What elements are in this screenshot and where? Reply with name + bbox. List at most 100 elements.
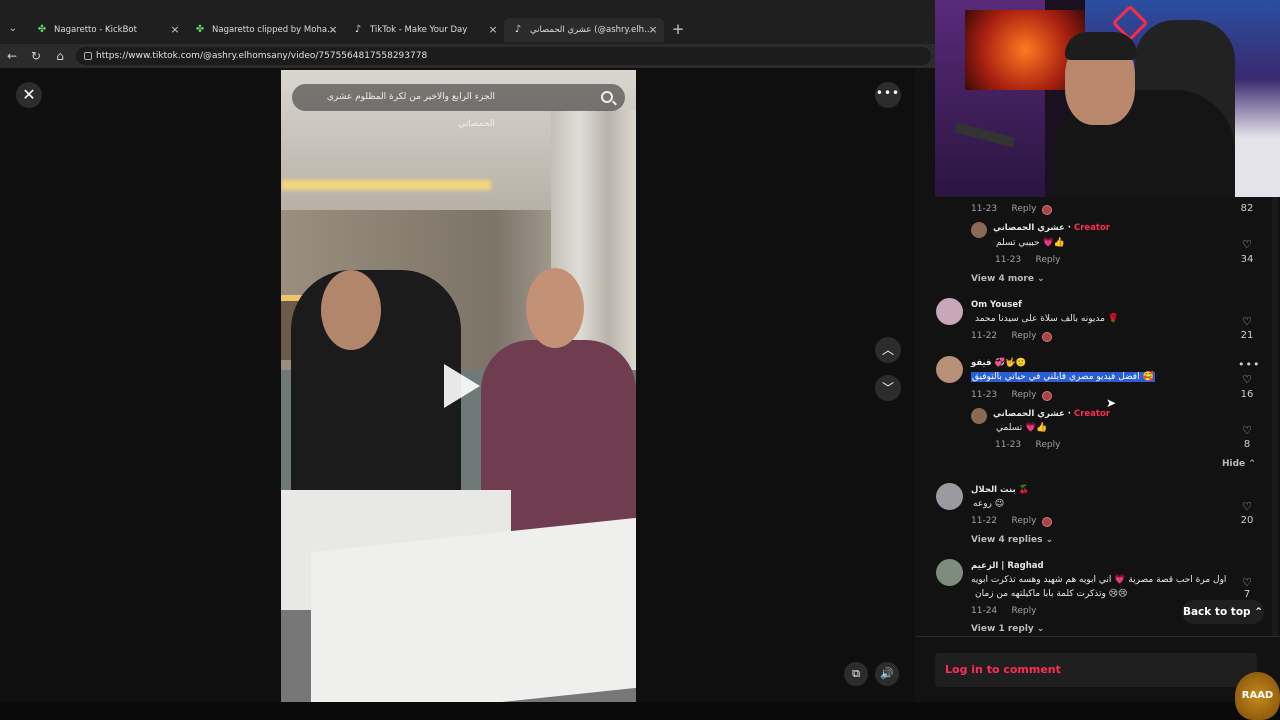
tab-tiktok-video[interactable]: ♪ عشري الحمصاني (@ashry.elhomsany) × bbox=[504, 18, 664, 42]
avatar[interactable] bbox=[936, 356, 963, 383]
home-icon[interactable]: ⌂ bbox=[52, 48, 68, 64]
webcam-person-hair bbox=[1065, 32, 1137, 60]
tab-close-icon[interactable]: × bbox=[326, 23, 340, 37]
tab-close-icon[interactable]: × bbox=[646, 23, 660, 37]
chevron-down-icon: ⌄ bbox=[1036, 624, 1045, 634]
reply-link[interactable]: Reply bbox=[1035, 440, 1060, 450]
tab-close-icon[interactable]: × bbox=[486, 23, 500, 37]
tab-close-icon[interactable]: × bbox=[168, 23, 182, 37]
comment-author[interactable]: بنت الحلال 🍒 bbox=[971, 485, 1029, 495]
comment-meta: 11-24 Reply bbox=[971, 606, 1037, 616]
creator-liked-badge bbox=[1042, 205, 1052, 215]
avatar[interactable] bbox=[971, 222, 987, 238]
back-to-top-button[interactable]: Back to top ⌃ bbox=[1182, 600, 1264, 624]
comment-text: تسلمي 💗👍 bbox=[996, 423, 1048, 433]
creator-badge: Creator bbox=[1073, 223, 1110, 233]
new-tab-button[interactable]: + bbox=[670, 20, 686, 38]
comment-text: افضل فيديو مصري قابلني في حياتي بالتوفيق… bbox=[971, 372, 1155, 382]
comment-text: روعه 😉 bbox=[973, 499, 1005, 509]
comment-text: حبيبي تسلم 💗👍 bbox=[996, 238, 1065, 248]
comment-meta: 11-23 Reply bbox=[995, 255, 1061, 265]
tiktok-icon: ♪ bbox=[354, 24, 362, 35]
comments-panel bbox=[915, 197, 1280, 702]
mouse-cursor-icon: ➤ bbox=[1106, 396, 1117, 410]
reload-icon[interactable]: ↻ bbox=[28, 48, 44, 64]
comment-meta: 11-22 Reply bbox=[971, 331, 1037, 341]
like-count: 7 bbox=[1243, 589, 1251, 597]
hide-replies[interactable]: Hide ⌃ bbox=[1222, 459, 1256, 469]
like-count: 20 bbox=[1240, 515, 1254, 526]
webcam-overlay bbox=[935, 0, 1280, 197]
heart-icon[interactable]: ♡ bbox=[1241, 316, 1253, 327]
selected-text: افضل فيديو مصري قابلني في حياتي بالتوفيق… bbox=[971, 372, 1155, 382]
avatar[interactable] bbox=[936, 483, 963, 510]
comment-meta: 11-22 Reply bbox=[971, 516, 1037, 526]
volume-icon[interactable]: 🔊 bbox=[875, 662, 899, 686]
picture-in-picture-icon[interactable]: ⧉ bbox=[844, 662, 868, 686]
clover-icon: ✤ bbox=[195, 24, 205, 35]
view-reply[interactable]: View 1 reply ⌄ bbox=[971, 624, 1044, 634]
comment-author[interactable]: عشري الحمصاني · Creator bbox=[993, 223, 1110, 233]
reply-link[interactable]: Reply bbox=[1035, 255, 1060, 265]
tab-kickbot[interactable]: ✤ Nagaretto - KickBot × bbox=[28, 18, 186, 42]
reply-link[interactable]: Reply bbox=[1011, 390, 1036, 400]
comment-author[interactable]: Om Yousef bbox=[971, 300, 1022, 310]
tiktok-icon: ♪ bbox=[514, 24, 522, 35]
heart-icon[interactable]: ♡ bbox=[1241, 501, 1253, 512]
heart-icon[interactable]: ♡ bbox=[1241, 374, 1253, 385]
address-bar: ← ↻ ⌂ https://www.tiktok.com/@ashry.elho… bbox=[0, 44, 935, 68]
url-field[interactable]: https://www.tiktok.com/@ashry.elhomsany/… bbox=[76, 47, 931, 65]
bottom-strip bbox=[0, 702, 1280, 720]
comment-author[interactable]: عشري الحمصاني · Creator bbox=[993, 409, 1110, 419]
like-count: 8 bbox=[1243, 439, 1251, 450]
tab-tiktok-home[interactable]: ♪ TikTok - Make Your Day × bbox=[344, 18, 504, 42]
like-count: 34 bbox=[1240, 254, 1254, 265]
reply-link[interactable]: Reply bbox=[1011, 606, 1036, 616]
comment-text: مديونه بالف سلاة على سيدنا محمد 🌹 bbox=[975, 314, 1119, 324]
chevron-down-icon: ⌄ bbox=[1045, 535, 1054, 545]
video-search-input[interactable]: الجزء الرابع والاخير من لكرة المظلوم عشر… bbox=[292, 84, 625, 129]
video-frame-head-right bbox=[526, 268, 584, 348]
comment-text: وتذكرت كلمة بابا ماكيلتهه من زمان 😢😢 bbox=[975, 589, 1128, 599]
heart-icon[interactable]: ♡ bbox=[1241, 239, 1253, 250]
comment-meta: 11-23 Reply bbox=[995, 440, 1061, 450]
comments-scrollbar[interactable] bbox=[1272, 197, 1278, 636]
video-frame-light bbox=[281, 180, 491, 190]
view-more-replies[interactable]: View 4 more ⌄ bbox=[971, 274, 1045, 284]
avatar[interactable] bbox=[936, 559, 963, 586]
tab-list-dropdown[interactable]: ⌄ bbox=[4, 20, 22, 38]
more-icon[interactable]: ••• bbox=[1238, 359, 1259, 370]
reply-link[interactable]: Reply bbox=[1011, 516, 1036, 526]
heart-icon[interactable]: ♡ bbox=[1241, 425, 1253, 436]
reply-link[interactable]: Reply bbox=[1011, 331, 1036, 341]
back-arrow-icon[interactable]: ← bbox=[4, 48, 20, 64]
comment-meta: 11-23 Reply bbox=[971, 204, 1037, 214]
like-count: 16 bbox=[1240, 389, 1254, 400]
creator-liked-badge bbox=[1042, 332, 1052, 342]
heart-icon[interactable]: ♡ bbox=[1241, 577, 1253, 588]
next-video-button[interactable]: ﹀ bbox=[875, 375, 901, 401]
comment-author[interactable]: فيفو 💞🤟🙂 bbox=[971, 358, 1026, 368]
chevron-down-icon: ⌄ bbox=[1037, 274, 1045, 284]
double-chevron-up-icon: ⌃ bbox=[1254, 606, 1264, 618]
login-to-comment-button[interactable]: Log in to comment bbox=[935, 653, 1257, 687]
more-options-button[interactable]: ••• bbox=[875, 82, 901, 108]
site-info-icon[interactable] bbox=[84, 52, 92, 60]
view-replies[interactable]: View 4 replies ⌄ bbox=[971, 535, 1053, 545]
close-video-button[interactable]: ✕ bbox=[16, 82, 42, 108]
avatar[interactable] bbox=[971, 408, 987, 424]
comment-author[interactable]: الزعيم | Raghad bbox=[971, 561, 1044, 571]
tab-bar: ⌄ ✤ Nagaretto - KickBot × ✤ Nagaretto cl… bbox=[0, 0, 935, 44]
tab-clipped[interactable]: ✤ Nagaretto clipped by Mohamad_S × bbox=[186, 18, 344, 42]
video-frame-head-left bbox=[321, 270, 381, 350]
previous-video-button[interactable]: ︿ bbox=[875, 337, 901, 363]
search-icon[interactable] bbox=[601, 91, 613, 103]
avatar[interactable] bbox=[936, 298, 963, 325]
clover-icon: ✤ bbox=[37, 24, 47, 35]
play-icon[interactable] bbox=[444, 364, 480, 408]
raad-logo: RAAD bbox=[1235, 672, 1280, 720]
creator-liked-badge bbox=[1042, 517, 1052, 527]
like-count: 21 bbox=[1240, 330, 1254, 341]
reply-link[interactable]: Reply bbox=[1011, 204, 1036, 214]
comment-text: اول مرة احب قصة مصرية 💗 اني ابويه هم شهي… bbox=[971, 575, 1227, 585]
